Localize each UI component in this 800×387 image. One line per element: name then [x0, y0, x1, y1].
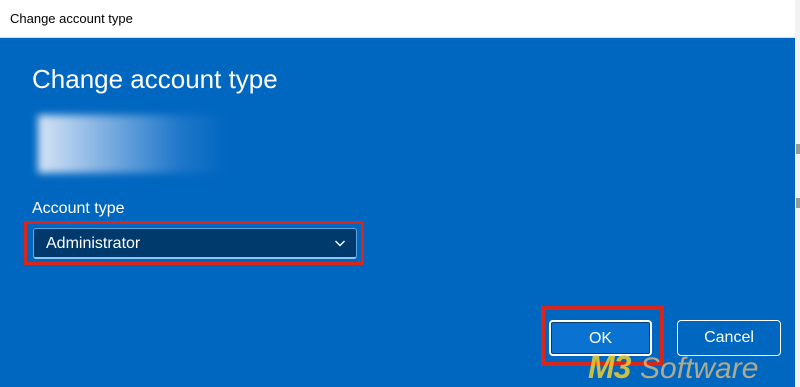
edge-marker [796, 198, 800, 208]
cancel-button[interactable]: Cancel [677, 320, 781, 356]
ok-button[interactable]: OK [549, 320, 652, 356]
change-account-type-window: Change account type Change account type … [0, 0, 795, 387]
account-type-selected-value: Administrator [46, 235, 141, 252]
window-title: Change account type [10, 11, 133, 26]
account-type-dropdown[interactable]: Administrator [33, 228, 357, 259]
blurred-user-info [38, 115, 226, 173]
edge-marker [796, 144, 800, 154]
title-bar: Change account type [0, 0, 795, 38]
account-type-label: Account type [32, 200, 125, 217]
dialog-heading: Change account type [32, 64, 278, 94]
chevron-down-icon [335, 240, 345, 247]
background-window-edge [795, 0, 800, 387]
